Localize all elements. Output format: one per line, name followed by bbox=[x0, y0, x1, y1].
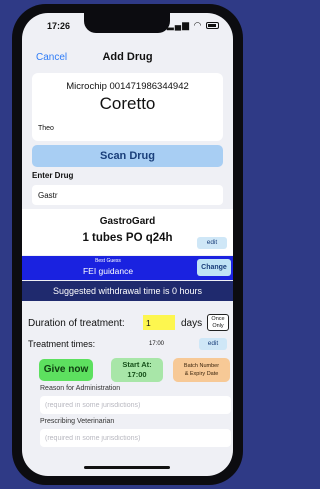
treatment-times-label: Treatment times: bbox=[28, 339, 96, 349]
home-indicator[interactable] bbox=[84, 466, 170, 469]
start-at-label: Start At: bbox=[122, 360, 152, 369]
product-card: GastroGard 1 tubes PO q24h edit bbox=[22, 209, 233, 255]
batch-label-line1: Batch Number bbox=[183, 363, 220, 369]
notch bbox=[84, 13, 170, 33]
start-at-time: 17:00 bbox=[127, 370, 147, 379]
app-screen: 17:26 ▂▄▆ ◠ Add Drug Cancel Microchip 00… bbox=[22, 13, 233, 476]
wifi-icon: ◠ bbox=[193, 20, 203, 30]
battery-icon bbox=[206, 22, 219, 29]
best-guess-label: Best Guess bbox=[95, 258, 121, 264]
once-only-line1: Once bbox=[211, 316, 225, 322]
withdrawal-banner: Suggested withdrawal time is 0 hours bbox=[22, 281, 233, 301]
enter-drug-label: Enter Drug bbox=[32, 171, 74, 180]
vet-input[interactable] bbox=[40, 429, 231, 447]
batch-expiry-button[interactable]: Batch Number & Expiry Date bbox=[173, 358, 230, 382]
product-name: GastroGard bbox=[99, 216, 156, 227]
scan-drug-button[interactable]: Scan Drug bbox=[32, 145, 223, 167]
guidance-bar: Best Guess FEI guidance Change bbox=[22, 256, 233, 280]
treatment-times-value: 17:00 bbox=[149, 341, 165, 347]
guidance-text: FEI guidance bbox=[82, 266, 134, 276]
owner-name: Theo bbox=[38, 125, 54, 132]
once-only-line2: Only bbox=[212, 323, 224, 329]
edit-dose-button[interactable]: edit bbox=[197, 237, 227, 249]
status-icons: ▂▄▆ ◠ bbox=[167, 20, 219, 31]
change-guidance-button[interactable]: Change bbox=[197, 259, 231, 276]
duration-label: Duration of treatment: bbox=[28, 318, 125, 329]
animal-name: Coretto bbox=[99, 94, 156, 113]
reason-input[interactable] bbox=[40, 396, 231, 414]
batch-label-line2: & Expiry Date bbox=[184, 371, 219, 377]
edit-times-button[interactable]: edit bbox=[199, 338, 227, 350]
give-now-button[interactable]: Give now bbox=[39, 359, 93, 381]
start-at-button[interactable]: Start At: 17:00 bbox=[111, 358, 163, 382]
vet-label: Prescribing Veterinarian bbox=[40, 418, 115, 425]
signal-icon: ▂▄▆ bbox=[166, 20, 191, 30]
drug-search-input[interactable] bbox=[32, 185, 223, 205]
duration-input[interactable] bbox=[143, 315, 175, 330]
days-label: days bbox=[181, 318, 203, 329]
cancel-button[interactable]: Cancel bbox=[36, 52, 67, 63]
animal-card: Microchip 001471986344942 Coretto Theo bbox=[32, 73, 223, 141]
reason-label: Reason for Administration bbox=[40, 385, 121, 392]
once-only-button[interactable]: Once Only bbox=[207, 314, 229, 331]
status-time: 17:26 bbox=[47, 21, 71, 31]
microchip-number: Microchip 001471986344942 bbox=[66, 81, 189, 92]
